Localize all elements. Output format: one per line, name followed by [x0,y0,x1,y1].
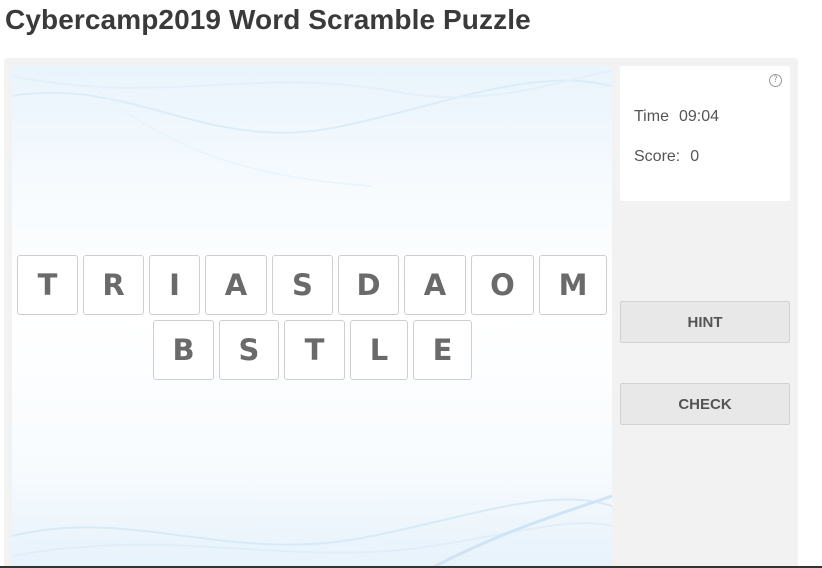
letter-tile[interactable]: L [350,320,408,380]
letter-tile[interactable]: T [17,255,78,315]
time-label: Time [634,108,669,125]
page-title: Cybercamp2019 Word Scramble Puzzle [5,4,531,35]
letter-tile[interactable]: M [539,255,607,315]
score-row: Score: 0 [634,148,699,166]
background-waves [12,66,612,568]
letter-tile[interactable]: E [413,320,472,380]
letter-tile[interactable]: S [272,255,333,315]
letter-tile[interactable]: A [205,255,267,315]
time-value: 09:04 [678,108,720,125]
letter-tile[interactable]: O [471,255,534,315]
score-label: Score: [634,148,681,165]
letter-tile[interactable]: T [284,320,345,380]
check-button[interactable]: CHECK [620,383,790,425]
letter-tile[interactable]: D [338,255,399,315]
letter-tile[interactable]: I [149,255,200,315]
time-row: Time 09:04 [634,108,719,126]
puzzle-board [12,66,612,568]
score-value: 0 [690,148,700,165]
info-panel: ? Time 09:04 Score: 0 [620,66,790,201]
letter-tile[interactable]: R [83,255,144,315]
letter-tile[interactable]: S [219,320,279,380]
help-icon[interactable]: ? [769,74,782,87]
letter-tile[interactable]: A [404,255,466,315]
hint-button[interactable]: HINT [620,301,790,343]
letter-tile[interactable]: B [153,320,214,380]
